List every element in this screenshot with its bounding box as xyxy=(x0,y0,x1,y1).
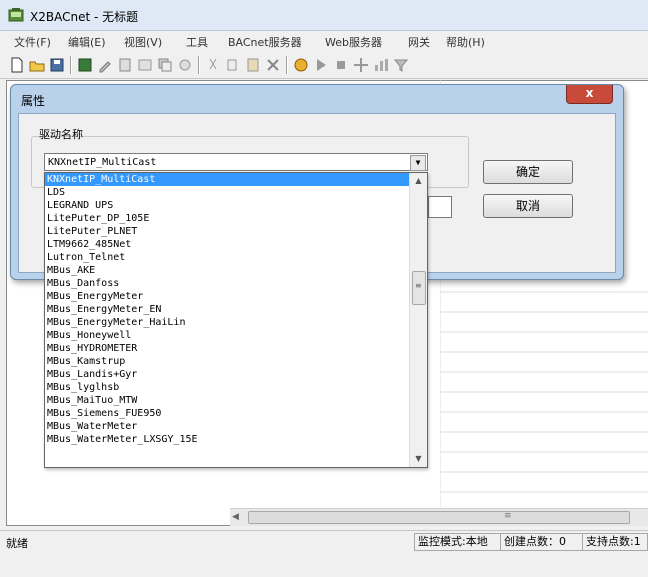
menu-edit[interactable]: 编辑(E) xyxy=(68,34,106,50)
copy-icon[interactable] xyxy=(224,56,242,74)
driver-name-combo[interactable]: KNXnetIP_MultiCast ▼ xyxy=(44,153,428,171)
cut-icon[interactable] xyxy=(204,56,222,74)
chart-icon[interactable] xyxy=(372,56,390,74)
toolbar-separator xyxy=(70,56,72,74)
dropdown-option[interactable]: MBus_Kamstrup xyxy=(45,355,409,368)
window-title: X2BACnet - 无标题 xyxy=(30,10,139,24)
app-icon xyxy=(8,8,24,22)
dropdown-option[interactable]: MBus_AKE xyxy=(45,264,409,277)
dropdown-option[interactable]: MBus_MaiTuo_MTW xyxy=(45,394,409,407)
menu-help[interactable]: 帮助(H) xyxy=(446,34,485,50)
run-tool-icon[interactable] xyxy=(292,56,310,74)
toolbar xyxy=(0,52,648,79)
menu-bacnet-server[interactable]: BACnet服务器 xyxy=(228,34,302,50)
dialog-title: 属性 xyxy=(21,94,46,108)
network-icon[interactable] xyxy=(176,56,194,74)
menu-view[interactable]: 视图(V) xyxy=(124,34,162,50)
ok-button[interactable]: 确定 xyxy=(483,160,573,184)
scroll-down-icon[interactable]: ▼ xyxy=(410,451,427,467)
toolbar-separator xyxy=(198,56,200,74)
play-icon[interactable] xyxy=(312,56,330,74)
settings-icon[interactable] xyxy=(352,56,370,74)
dropdown-option[interactable]: LEGRAND UPS xyxy=(45,199,409,212)
status-ready: 就绪 xyxy=(6,537,28,550)
paste-icon[interactable] xyxy=(244,56,262,74)
copy-device-icon[interactable] xyxy=(156,56,174,74)
scroll-grip-icon: ≡ xyxy=(415,281,422,290)
list-icon[interactable] xyxy=(116,56,134,74)
dropdown-option[interactable]: MBus_WaterMeter_LXSGY_15E xyxy=(45,433,409,446)
dropdown-option[interactable]: MBus_Honeywell xyxy=(45,329,409,342)
dropdown-option[interactable]: MBus_Danfoss xyxy=(45,277,409,290)
dropdown-option[interactable]: LitePuter_DP_105E xyxy=(45,212,409,225)
scroll-left-icon[interactable]: ◀ xyxy=(232,512,239,522)
scroll-thumb[interactable]: ≡ xyxy=(248,511,630,524)
dropdown-option[interactable]: MBus_WaterMeter xyxy=(45,420,409,433)
status-bar: 就绪 监控模式:本地 创建点数：0 支持点数:1 xyxy=(0,530,648,553)
scroll-up-icon[interactable]: ▲ xyxy=(410,173,427,189)
menu-tools[interactable]: 工具 xyxy=(186,34,208,50)
combo-value: KNXnetIP_MultiCast xyxy=(48,157,157,168)
dropdown-options: KNXnetIP_MultiCast LDS LEGRAND UPS LitePute… xyxy=(45,173,409,446)
cancel-button[interactable]: 取消 xyxy=(483,194,573,218)
dropdown-option[interactable]: MBus_HYDROMETER xyxy=(45,342,409,355)
status-supported: 支持点数:1 xyxy=(582,533,648,551)
driver-dropdown-list[interactable]: KNXnetIP_MultiCast LDS LEGRAND UPS LitePute… xyxy=(44,172,428,468)
dropdown-option[interactable]: MBus_lyglhsb xyxy=(45,381,409,394)
save-icon[interactable] xyxy=(48,56,66,74)
properties-icon[interactable] xyxy=(136,56,154,74)
dropdown-option[interactable]: MBus_EnergyMeter xyxy=(45,290,409,303)
driver-name-label: 驱动名称 xyxy=(39,128,83,141)
new-file-icon[interactable] xyxy=(8,56,26,74)
dropdown-scroll-thumb[interactable]: ≡ xyxy=(412,271,426,305)
scroll-grip-icon: ≡ xyxy=(504,511,512,521)
dropdown-option[interactable]: Lutron_Telnet xyxy=(45,251,409,264)
application-window: X2BACnet - 无标题 文件(F) 编辑(E) 视图(V) 工具 BACn… xyxy=(0,0,648,577)
device-icon[interactable] xyxy=(76,56,94,74)
chevron-down-icon[interactable]: ▼ xyxy=(410,155,426,171)
partial-edit-field[interactable] xyxy=(428,196,452,218)
filter-icon[interactable] xyxy=(392,56,410,74)
dropdown-vertical-scrollbar[interactable]: ▲ ≡ ▼ xyxy=(409,173,427,467)
menu-file[interactable]: 文件(F) xyxy=(14,34,51,50)
menu-bar: 文件(F) 编辑(E) 视图(V) 工具 BACnet服务器 Web服务器 网关… xyxy=(0,31,648,51)
status-mode: 监控模式:本地 xyxy=(414,533,502,551)
dropdown-option[interactable]: KNXnetIP_MultiCast xyxy=(45,173,409,186)
edit-icon[interactable] xyxy=(96,56,114,74)
toolbar-separator xyxy=(286,56,288,74)
dropdown-option[interactable]: MBus_Siemens_FUE950 xyxy=(45,407,409,420)
stop-icon[interactable] xyxy=(332,56,350,74)
dropdown-option[interactable]: LDS xyxy=(45,186,409,199)
dropdown-option[interactable]: MBus_Landis+Gyr xyxy=(45,368,409,381)
dropdown-option[interactable]: MBus_EnergyMeter_HaiLin xyxy=(45,316,409,329)
menu-web-server[interactable]: Web服务器 xyxy=(325,34,382,50)
dropdown-option[interactable]: LTM9662_485Net xyxy=(45,238,409,251)
open-folder-icon[interactable] xyxy=(28,56,46,74)
delete-icon[interactable] xyxy=(264,56,282,74)
title-bar: X2BACnet - 无标题 xyxy=(0,0,648,31)
horizontal-scrollbar[interactable]: ◀ ≡ xyxy=(230,508,648,526)
dialog-close-button[interactable]: x xyxy=(566,85,613,104)
dropdown-option[interactable]: LitePuter_PLNET xyxy=(45,225,409,238)
status-points: 创建点数：0 xyxy=(500,533,584,551)
menu-gateway[interactable]: 网关 xyxy=(408,34,430,50)
dropdown-option[interactable]: MBus_EnergyMeter_EN xyxy=(45,303,409,316)
